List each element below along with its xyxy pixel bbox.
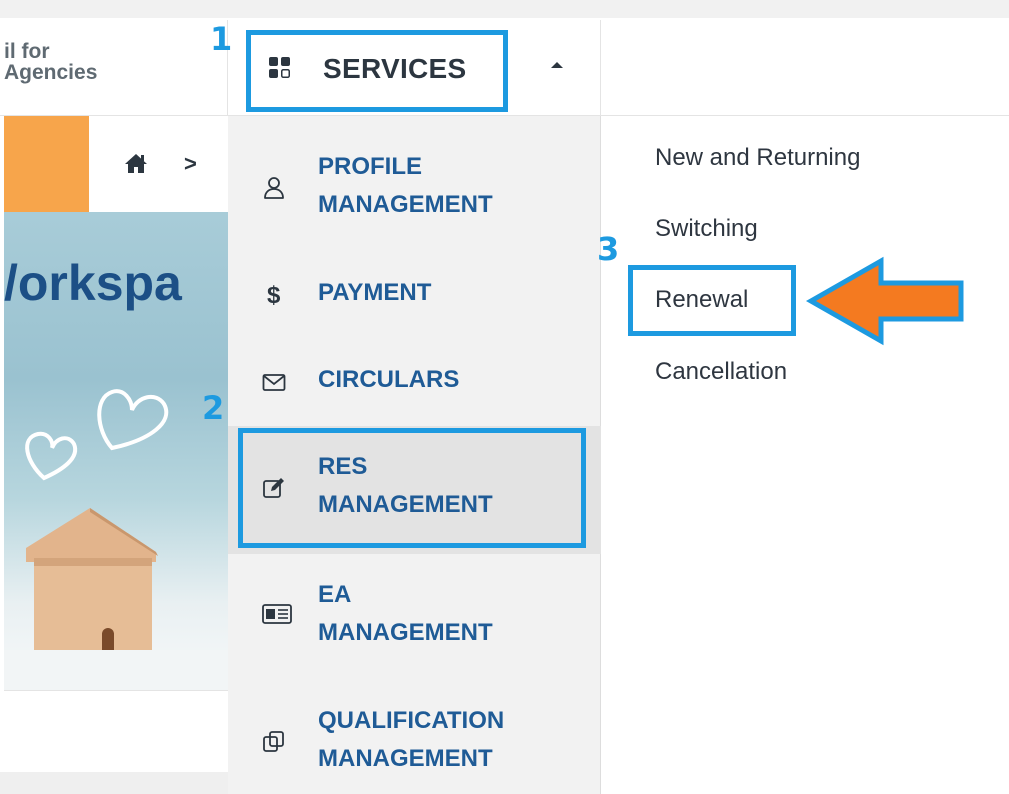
caret-up-icon[interactable] [551, 62, 563, 68]
home-icon[interactable] [124, 152, 148, 174]
menu-item-circulars[interactable]: CIRCULARS [228, 361, 601, 401]
arrow-left-icon [805, 256, 964, 346]
menu-item-ea-management[interactable]: EA MANAGEMENT [228, 576, 601, 656]
menu-item-label: PAYMENT [318, 279, 432, 306]
orange-accent-block [4, 116, 89, 212]
menu-item-label: QUALIFICATION [318, 707, 505, 734]
heart-outline-right [97, 389, 169, 451]
bottom-strip [0, 772, 228, 794]
top-strip [0, 0, 1009, 18]
services-label: SERVICES [323, 53, 467, 84]
menu-item-label: CIRCULARS [318, 366, 460, 393]
hero-banner: /orkspa [4, 212, 228, 690]
site-logo[interactable]: il for Agencies [0, 20, 228, 116]
step-number-1: 1 [210, 20, 233, 58]
menu-item-profile-management[interactable]: PROFILE MANAGEMENT [228, 146, 601, 226]
services-menu-button[interactable]: SERVICES [246, 30, 508, 112]
step-number-2: 2 [202, 389, 225, 427]
copy-icon [263, 731, 284, 752]
menu-item-label: EA [318, 581, 352, 608]
menu-item-payment[interactable]: $ PAYMENT [228, 274, 601, 314]
header-divider [600, 20, 601, 116]
submenu-item-switching[interactable]: Switching [655, 215, 758, 243]
breadcrumb [89, 116, 228, 212]
logo-text-line2: Agencies [4, 61, 98, 84]
menu-item-qualification-management[interactable]: QUALIFICATION MANAGEMENT [228, 702, 601, 782]
res-management-highlight [238, 428, 586, 548]
user-icon [264, 177, 284, 199]
envelope-icon [262, 374, 286, 391]
hero-floor [4, 650, 228, 690]
menu-item-label: MANAGEMENT [318, 191, 493, 218]
grid-icon [269, 57, 290, 78]
menu-item-label: MANAGEMENT [318, 619, 493, 646]
hero-illustration [4, 389, 228, 690]
renewal-highlight [628, 265, 796, 336]
menu-item-label: MANAGEMENT [318, 745, 493, 772]
logo-text-line1: il for [4, 40, 50, 63]
svg-text:$: $ [267, 282, 281, 306]
heart-outline-left [25, 431, 78, 481]
breadcrumb-separator: > [184, 151, 197, 176]
id-card-icon [262, 604, 292, 624]
dollar-icon: $ [267, 282, 281, 306]
menu-item-label: PROFILE [318, 153, 423, 180]
submenu-item-cancellation[interactable]: Cancellation [655, 358, 787, 386]
wooden-house [26, 508, 158, 650]
step-number-3: 3 [597, 230, 620, 268]
submenu-item-new-and-returning[interactable]: New and Returning [655, 144, 860, 172]
